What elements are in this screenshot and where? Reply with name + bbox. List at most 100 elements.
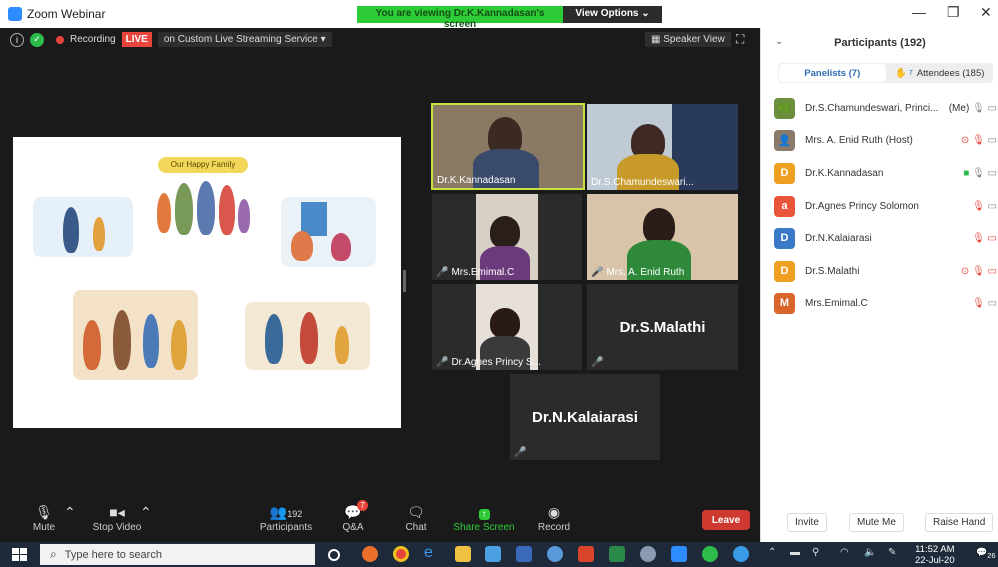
tab-panelists[interactable]: Panelists (7) bbox=[779, 64, 886, 82]
paint-icon[interactable] bbox=[640, 546, 656, 562]
participants-button[interactable]: 👥192 Participants bbox=[258, 504, 314, 533]
mute-button[interactable]: 🎙 Mute bbox=[28, 504, 60, 533]
tile-label: 🎤 Dr.Agnes Princy S... bbox=[436, 357, 541, 368]
participants-count: 192 bbox=[287, 509, 303, 519]
participant-row[interactable]: D Dr.K.Kannadasan ■ 🎙 ▭ bbox=[774, 161, 998, 185]
participant-row[interactable]: D Dr.N.Kalaiarasi 🎙 ▭ bbox=[774, 226, 998, 250]
living-room-image bbox=[281, 197, 376, 267]
info-icon[interactable]: i bbox=[10, 32, 24, 47]
excel-icon[interactable] bbox=[609, 546, 625, 562]
live-badge[interactable]: LIVE bbox=[121, 32, 152, 47]
wifi-icon[interactable]: ◠ bbox=[840, 547, 849, 558]
share-screen-label: Share Screen bbox=[453, 522, 515, 533]
participant-row[interactable]: 👤 Mrs. A. Enid Ruth (Host) ⊙ 🎙 ▭ bbox=[774, 128, 998, 152]
pen-icon[interactable]: ✎ bbox=[888, 547, 896, 558]
participant-name: Dr.S.Chamundeswari, Princi... bbox=[805, 102, 939, 114]
edge-icon[interactable]: e bbox=[424, 544, 440, 561]
file-explorer-icon[interactable] bbox=[455, 546, 471, 562]
participants-panel: ⌄ Participants (192) Panelists (7) ✋ 7 Att… bbox=[760, 28, 998, 542]
avatar: 👤 bbox=[774, 129, 795, 151]
audio-options-caret[interactable]: ⌃ bbox=[64, 504, 76, 522]
video-camera-icon: ■◂ bbox=[109, 504, 125, 520]
zoom-taskbar-icon[interactable] bbox=[671, 546, 687, 562]
recording-icon: ⊙ bbox=[960, 265, 970, 277]
tile-label: Dr.K.Kannadasan bbox=[437, 175, 516, 186]
notification-center-icon[interactable]: 💬26 bbox=[976, 547, 996, 560]
windows-start-icon[interactable] bbox=[12, 548, 27, 561]
minimize-icon[interactable]: — bbox=[912, 4, 926, 20]
close-icon[interactable]: ✕ bbox=[980, 4, 992, 21]
mute-me-button[interactable]: Mute Me bbox=[849, 513, 904, 532]
network-icon[interactable]: ⚲ bbox=[812, 547, 819, 558]
shared-screen: Our Happy Family bbox=[13, 137, 401, 428]
qa-button[interactable]: 💬 7 Q&A bbox=[338, 500, 368, 533]
tile-name: Dr.N.Kalaiarasi bbox=[532, 408, 638, 426]
cortana-icon[interactable] bbox=[328, 549, 340, 561]
app-icon[interactable] bbox=[547, 546, 563, 562]
battery-icon[interactable]: ▬ bbox=[790, 547, 800, 558]
word-icon[interactable] bbox=[516, 546, 532, 562]
tab-attendees[interactable]: ✋ 7 Attendees (185) bbox=[887, 63, 994, 83]
leave-button[interactable]: Leave bbox=[702, 510, 750, 530]
chat-app-icon[interactable] bbox=[733, 546, 749, 562]
video-tile-malathi[interactable]: Dr.S.Malathi 🎤 bbox=[587, 284, 738, 370]
participant-row[interactable]: a Dr.Agnes Princy Solomon 🎙 ▭ bbox=[774, 194, 998, 218]
participants-icon: 👥 bbox=[269, 504, 288, 520]
mic-muted-icon: 🎤 bbox=[591, 267, 604, 278]
taskbar-search[interactable]: ⌕ Type here to search bbox=[40, 544, 315, 565]
shield-icon[interactable]: ✓ bbox=[30, 32, 44, 47]
mic-muted-icon: 🎙 bbox=[972, 134, 985, 146]
panel-divider-handle[interactable] bbox=[403, 270, 406, 292]
zoom-app-icon bbox=[8, 7, 22, 21]
chat-button[interactable]: 🗨 Chat bbox=[401, 504, 431, 533]
video-tile-emimal[interactable]: 🎤 Mrs.Emimal.C bbox=[432, 194, 582, 280]
tile-label: 🎤 Mrs.Emimal.C bbox=[436, 267, 514, 278]
hangouts-icon[interactable] bbox=[702, 546, 718, 562]
viewing-banner: You are viewing Dr.K.Kannadasan's screen… bbox=[357, 6, 662, 30]
participant-name: Mrs. A. Enid Ruth (Host) bbox=[805, 134, 913, 146]
show-hidden-icons[interactable]: ⌃ bbox=[768, 547, 776, 558]
avatar: a bbox=[774, 195, 795, 217]
video-tile-kalaiarasi[interactable]: Dr.N.Kalaiarasi 🎤 bbox=[510, 374, 660, 460]
qa-badge: 7 bbox=[357, 500, 368, 511]
microphone-icon: 🎙 bbox=[35, 504, 53, 520]
speaker-view-button[interactable]: ▦ Speaker View bbox=[645, 32, 731, 47]
fullscreen-icon[interactable]: ⛶ bbox=[736, 32, 744, 47]
avatar: 🌿 bbox=[774, 97, 795, 119]
participant-row[interactable]: 🌿 Dr.S.Chamundeswari, Princi... (Me) 🎙 ▭ bbox=[774, 96, 998, 120]
view-options-button[interactable]: View Options ⌄ bbox=[563, 6, 662, 23]
live-stream-dropdown[interactable]: on Custom Live Streaming Service ▾ bbox=[157, 32, 332, 47]
windows-taskbar: ⌕ Type here to search e ⌃ ▬ ⚲ ◠ 🔈 ✎ 11:5… bbox=[0, 542, 998, 567]
cleaning-scene-image bbox=[245, 302, 370, 370]
invite-button[interactable]: Invite bbox=[787, 513, 827, 532]
taskbar-clock[interactable]: 11:52 AM 22-Jul-20 bbox=[915, 544, 955, 566]
meeting-topbar: i ✓ Recording LIVE on Custom Live Stream… bbox=[10, 32, 332, 47]
chrome-icon[interactable] bbox=[393, 546, 409, 562]
record-button[interactable]: ◉ Record bbox=[536, 504, 572, 533]
video-tile-agnes[interactable]: 🎤 Dr.Agnes Princy S... bbox=[432, 284, 582, 370]
avatar: M bbox=[774, 292, 795, 314]
avatar: D bbox=[774, 260, 795, 282]
participant-row[interactable]: M Mrs.Emimal.C 🎙 ▭ bbox=[774, 291, 998, 315]
mic-muted-icon: 🎤 bbox=[591, 357, 604, 368]
video-icon: ▭ bbox=[987, 200, 997, 212]
video-tile-kannadasan[interactable]: Dr.K.Kannadasan bbox=[431, 103, 585, 190]
powerpoint-icon[interactable] bbox=[578, 546, 594, 562]
participant-name: Mrs.Emimal.C bbox=[805, 297, 868, 309]
dining-scene-image bbox=[73, 290, 198, 380]
stop-video-button[interactable]: ■◂ Stop Video bbox=[90, 504, 144, 533]
clock-time: 11:52 AM bbox=[915, 544, 955, 555]
video-tile-enid-ruth[interactable]: 🎤 Mrs. A. Enid Ruth bbox=[587, 194, 738, 280]
restore-icon[interactable]: ❐ bbox=[947, 4, 960, 21]
share-screen-button[interactable]: ↑ Share Screen bbox=[453, 504, 515, 533]
participant-row[interactable]: D Dr.S.Malathi ⊙ 🎙 ▭ bbox=[774, 259, 998, 283]
raise-hand-button[interactable]: Raise Hand bbox=[925, 513, 994, 532]
store-icon[interactable] bbox=[485, 546, 501, 562]
participant-name: Dr.Agnes Princy Solomon bbox=[805, 200, 919, 212]
record-label: Record bbox=[537, 522, 571, 533]
video-tile-chamundeswari[interactable]: Dr.S.Chamundeswari... bbox=[587, 104, 738, 190]
video-options-caret[interactable]: ⌃ bbox=[140, 504, 152, 522]
firefox-icon[interactable] bbox=[362, 546, 378, 562]
video-area: i ✓ Recording LIVE on Custom Live Stream… bbox=[0, 28, 760, 542]
volume-icon[interactable]: 🔈 bbox=[864, 547, 876, 558]
